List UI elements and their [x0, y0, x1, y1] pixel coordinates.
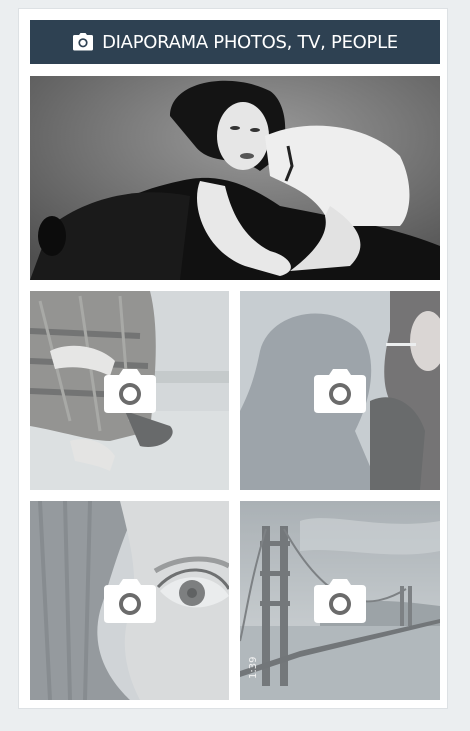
photo-thumbnail-eye-closeup[interactable]: [30, 501, 229, 700]
photo-thumbnail-seated-legs[interactable]: [30, 291, 229, 490]
camera-icon: [314, 368, 366, 413]
slideshow-header-link[interactable]: DIAPORAMA PHOTOS, TV, PEOPLE: [30, 20, 440, 64]
photo-watermark: 1:39: [248, 656, 259, 679]
photo-thumbnail-woman-black-dress[interactable]: [30, 76, 440, 280]
slideshow-title: DIAPORAMA PHOTOS, TV, PEOPLE: [102, 31, 398, 53]
camera-icon: [103, 578, 156, 623]
photo-slideshow-widget: DIAPORAMA PHOTOS, TV, PEOPLE 1:39: [18, 8, 448, 709]
photo-thumbnail-woman-smoking[interactable]: [240, 291, 440, 490]
camera-icon: [72, 33, 94, 51]
photo-thumbnail-golden-gate-bridge[interactable]: 1:39: [240, 501, 440, 700]
camera-icon: [314, 578, 366, 623]
photo-image: [30, 76, 440, 280]
camera-icon: [103, 368, 156, 413]
